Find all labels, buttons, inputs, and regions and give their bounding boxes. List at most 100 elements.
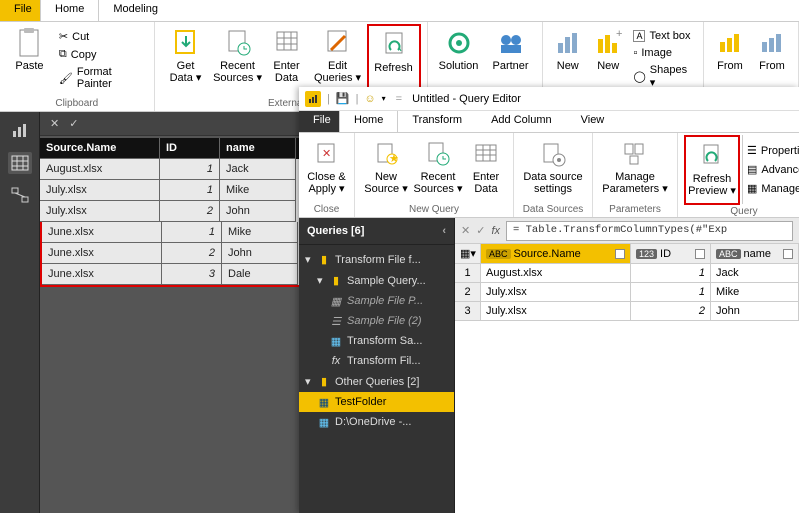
format-painter-button[interactable]: 🖌Format Painter xyxy=(55,64,148,92)
save-icon[interactable]: 💾 xyxy=(336,92,350,105)
collapse-icon[interactable]: ‹ xyxy=(442,225,446,237)
textbox-icon: A xyxy=(633,30,645,42)
scissors-icon: ✂ xyxy=(59,30,68,43)
data-view-icon[interactable] xyxy=(8,152,32,174)
col-id[interactable]: ID xyxy=(160,138,220,159)
tree-folder[interactable]: ▾▮Transform File f... xyxy=(299,249,454,270)
tree-item[interactable]: ▦D:\OneDrive -... xyxy=(299,412,454,432)
cut-button[interactable]: ✂Cut xyxy=(55,28,148,45)
grid-row[interactable]: 3July.xlsx2John xyxy=(455,302,799,321)
data-source-settings-button[interactable]: Data source settings xyxy=(520,135,586,201)
apply-icon[interactable]: ✓ xyxy=(69,117,78,130)
enter-data-button[interactable]: Enter Data xyxy=(265,24,309,90)
shapes-icon: ◯ xyxy=(633,70,645,83)
new-page-button[interactable]: + New xyxy=(589,24,627,90)
tree-item[interactable]: ▦Transform Sa... xyxy=(299,331,454,351)
fx-icon: fx xyxy=(329,355,343,367)
edit-queries-button[interactable]: Edit Queries ▾ xyxy=(311,24,365,90)
table-icon: ▦ xyxy=(317,416,331,428)
grid-col-source[interactable]: ABCSource.Name xyxy=(481,244,631,264)
group-query-label: Query xyxy=(684,205,799,219)
recent-sources-button[interactable]: Recent Sources ▾ xyxy=(213,24,263,90)
from-a-button[interactable]: From xyxy=(710,24,750,90)
folder-icon: ▮ xyxy=(317,376,331,388)
param-icon: ▦ xyxy=(329,295,343,307)
from-b-button[interactable]: From xyxy=(752,24,792,90)
properties-icon: ☰ xyxy=(747,144,757,157)
tree-item[interactable]: ▦Sample File P... xyxy=(299,291,454,311)
solution-button[interactable]: Solution xyxy=(434,24,484,90)
qe-recent-sources-button[interactable]: Recent Sources ▾ xyxy=(413,135,463,201)
fx-cancel-icon[interactable]: ✕ xyxy=(461,224,470,237)
view-rail xyxy=(0,112,40,513)
fx-label-icon: fx xyxy=(491,225,500,237)
svg-text:✕: ✕ xyxy=(322,148,331,160)
qe-tab-home[interactable]: Home xyxy=(339,111,398,132)
svg-text:+: + xyxy=(616,29,622,40)
tree-item[interactable]: fxTransform Fil... xyxy=(299,351,454,371)
grid-col-name[interactable]: ABCname xyxy=(711,244,799,264)
grid-row[interactable]: 1August.xlsx1Jack xyxy=(455,264,799,283)
fx-apply-icon[interactable]: ✓ xyxy=(476,224,485,237)
text-box-button[interactable]: AText box xyxy=(629,28,697,44)
advanced-icon: ▤ xyxy=(747,163,757,176)
properties-button[interactable]: ☰Properties xyxy=(745,141,799,160)
image-icon: ▫ xyxy=(633,47,637,59)
folder-icon: ▮ xyxy=(329,275,343,287)
advanced-editor-button[interactable]: ▤Advanced xyxy=(745,160,799,179)
query-editor-window: | 💾 | ☺▾ = Untitled - Query Editor File … xyxy=(299,87,799,513)
grid-row[interactable]: 2July.xlsx1Mike xyxy=(455,283,799,302)
grid-corner[interactable]: ▦▾ xyxy=(455,244,481,264)
window-title: Untitled - Query Editor xyxy=(412,93,521,105)
model-view-icon[interactable] xyxy=(8,184,32,206)
refresh-preview-button[interactable]: Refresh Preview ▾ xyxy=(684,135,740,205)
queries-header: Queries [6] xyxy=(307,225,364,237)
tree-item[interactable]: ☰Sample File (2) xyxy=(299,311,454,331)
qe-tab-transform[interactable]: Transform xyxy=(398,111,477,132)
tree-folder[interactable]: ▾▮Sample Query... xyxy=(299,270,454,291)
copy-button[interactable]: ⧉Copy xyxy=(55,46,148,63)
new-visual-button[interactable]: New xyxy=(549,24,587,90)
close-apply-button[interactable]: ✕ Close & Apply ▾ xyxy=(302,135,352,201)
tab-file[interactable]: File xyxy=(0,0,40,21)
group-close-label: Close xyxy=(305,203,348,217)
manage-icon: ▦ xyxy=(747,182,757,195)
tree-folder[interactable]: ▾▮Other Queries [2] xyxy=(299,371,454,392)
query-grid: ▦▾ ABCSource.Name 123ID ABCname 1August.… xyxy=(455,244,799,321)
partner-button[interactable]: Partner xyxy=(486,24,536,90)
group-newquery-label: New Query xyxy=(361,203,507,217)
tab-home[interactable]: Home xyxy=(40,0,99,21)
manage-parameters-button[interactable]: Manage Parameters ▾ xyxy=(599,135,671,201)
group-clipboard-label: Clipboard xyxy=(6,97,148,111)
get-data-button[interactable]: Get Data ▾ xyxy=(161,24,211,90)
qe-tab-file[interactable]: File xyxy=(299,111,339,132)
filter-icon[interactable] xyxy=(615,249,625,259)
manage-button[interactable]: ▦Manage ▾ xyxy=(745,179,799,198)
tab-modeling[interactable]: Modeling xyxy=(99,0,173,21)
tree-item[interactable]: ▦TestFolder xyxy=(299,392,454,412)
table-icon: ▦ xyxy=(317,396,331,408)
cancel-icon[interactable]: ✕ xyxy=(50,117,59,130)
app-logo-icon xyxy=(305,91,321,107)
new-source-button[interactable]: ★ New Source ▾ xyxy=(361,135,411,201)
col-name[interactable]: name xyxy=(220,138,296,159)
queries-panel: Queries [6] ‹ ▾▮Transform File f... ▾▮Sa… xyxy=(299,218,455,513)
svg-text:★: ★ xyxy=(389,153,399,165)
formula-bar[interactable]: = Table.TransformColumnTypes(#"Exp xyxy=(506,221,793,241)
qe-tab-add-column[interactable]: Add Column xyxy=(477,111,567,132)
copy-icon: ⧉ xyxy=(59,48,67,61)
qe-enter-data-button[interactable]: Enter Data xyxy=(465,135,507,201)
qe-tab-view[interactable]: View xyxy=(567,111,620,132)
group-parameters-label: Parameters xyxy=(599,203,671,217)
grid-col-id[interactable]: 123ID xyxy=(631,244,711,264)
image-button[interactable]: ▫Image xyxy=(629,45,697,61)
report-view-icon[interactable] xyxy=(8,120,32,142)
filter-icon[interactable] xyxy=(783,249,793,259)
col-source[interactable]: Source.Name xyxy=(40,138,160,159)
refresh-button[interactable]: Refresh xyxy=(367,24,421,94)
main-tab-strip: File Home Modeling xyxy=(0,0,799,22)
filter-icon[interactable] xyxy=(695,249,705,259)
smiley-icon[interactable]: ☺ xyxy=(364,93,375,105)
group-datasources-label: Data Sources xyxy=(520,203,586,217)
paste-button[interactable]: Paste xyxy=(6,24,53,90)
